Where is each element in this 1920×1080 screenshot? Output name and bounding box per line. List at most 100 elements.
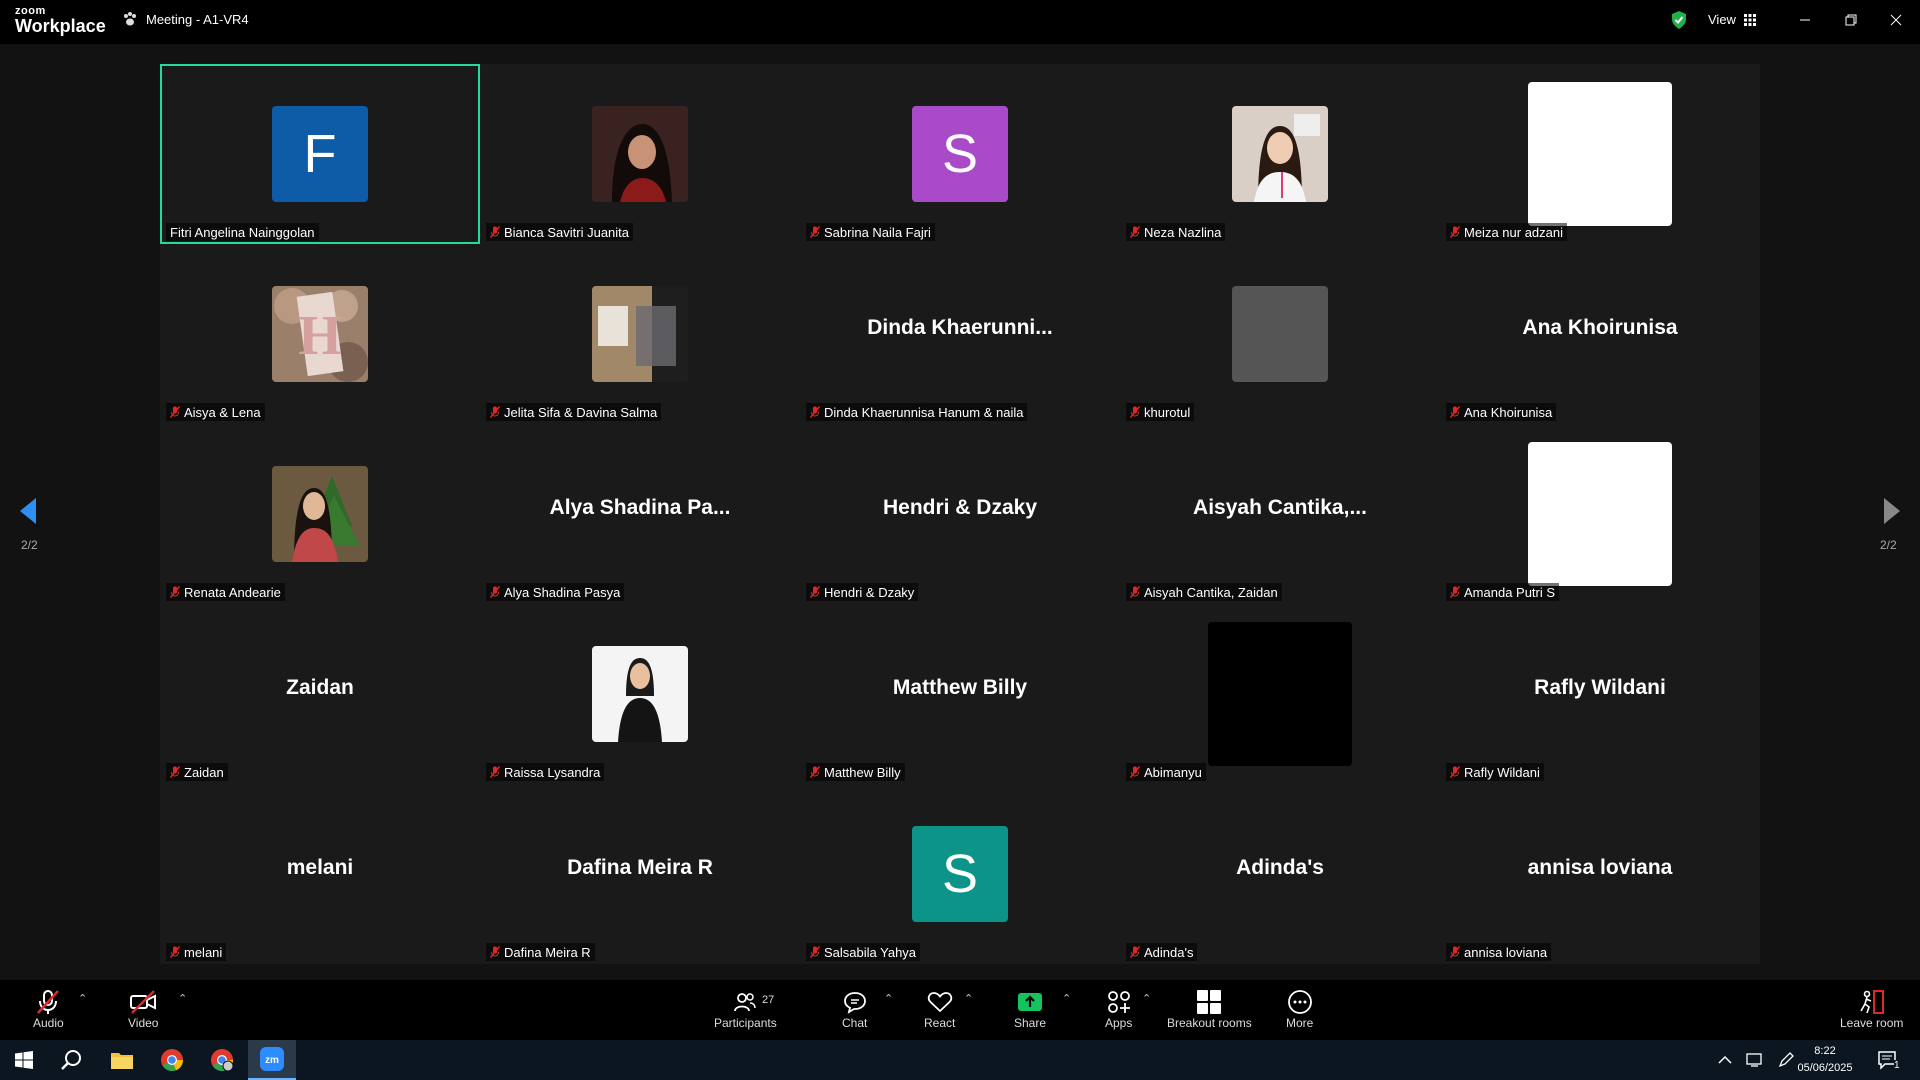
react-label: React bbox=[924, 1016, 956, 1030]
participant-tile[interactable]: Neza Nazlina bbox=[1120, 64, 1440, 244]
chrome-button[interactable] bbox=[148, 1040, 196, 1080]
participant-name: Abimanyu bbox=[1144, 764, 1202, 780]
leave-room-button[interactable]: Leave room bbox=[1840, 988, 1903, 1030]
muted-mic-icon bbox=[1450, 946, 1460, 958]
participant-tile[interactable]: Zaidan Zaidan bbox=[160, 604, 480, 784]
chat-options-caret-icon[interactable]: ⌃ bbox=[884, 992, 893, 1005]
search-button[interactable] bbox=[48, 1040, 96, 1080]
participant-tile[interactable]: Hendri & Dzaky Hendri & Dzaky bbox=[800, 424, 1120, 604]
participant-tile[interactable]: Aisyah Cantika,... Aisyah Cantika, Zaidan bbox=[1120, 424, 1440, 604]
next-page-arrow-icon[interactable] bbox=[1882, 496, 1902, 526]
participant-name: Aisyah Cantika, Zaidan bbox=[1144, 584, 1278, 600]
participant-tile[interactable]: Ana Khoirunisa Ana Khoirunisa bbox=[1440, 244, 1760, 424]
start-button[interactable] bbox=[0, 1040, 48, 1080]
muted-mic-icon bbox=[1130, 406, 1140, 418]
participant-tile[interactable]: H Aisya & Lena bbox=[160, 244, 480, 424]
close-window-button[interactable] bbox=[1882, 8, 1910, 32]
video-off-icon bbox=[130, 990, 157, 1014]
participant-tile[interactable]: Rafly Wildani Rafly Wildani bbox=[1440, 604, 1760, 784]
show-hidden-icons-chevron-icon[interactable] bbox=[1718, 1055, 1732, 1065]
muted-mic-icon bbox=[810, 406, 820, 418]
participant-video bbox=[1232, 106, 1328, 202]
share-options-caret-icon[interactable]: ⌃ bbox=[1062, 992, 1071, 1005]
participant-video bbox=[592, 106, 688, 202]
meeting-info[interactable]: Meeting - A1-VR4 bbox=[122, 11, 249, 27]
participant-name-label: Renata Andearie bbox=[166, 583, 285, 601]
participant-tile[interactable]: Amanda Putri S bbox=[1440, 424, 1760, 604]
participant-name-label: Alya Shadina Pasya bbox=[486, 583, 625, 601]
participant-name-label: Dinda Khaerunnisa Hanum & naila bbox=[806, 403, 1028, 421]
zoom-app-icon: zm bbox=[260, 1047, 284, 1071]
video-options-caret-icon[interactable]: ⌃ bbox=[178, 992, 187, 1005]
video-label: Video bbox=[128, 1016, 159, 1030]
participant-display-name: Alya Shadina Pa... bbox=[549, 496, 731, 519]
video-button[interactable]: Video bbox=[128, 988, 158, 1030]
audio-button[interactable]: Audio bbox=[33, 988, 64, 1030]
meeting-paw-icon bbox=[124, 12, 136, 26]
participant-tile[interactable]: S Salsabila Yahya bbox=[800, 784, 1120, 964]
share-button[interactable]: Share bbox=[1014, 988, 1046, 1030]
apps-button[interactable]: Apps bbox=[1105, 988, 1132, 1030]
participants-label: Participants bbox=[714, 1016, 777, 1030]
participant-name-label: Ana Khoirunisa bbox=[1446, 403, 1557, 421]
minimize-button[interactable] bbox=[1791, 8, 1819, 32]
participant-count: 27 bbox=[762, 994, 775, 1006]
share-screen-icon bbox=[1018, 993, 1043, 1011]
apps-icon bbox=[1107, 991, 1130, 1013]
react-button[interactable]: React bbox=[924, 988, 955, 1030]
previous-page-arrow-icon[interactable] bbox=[18, 496, 38, 526]
chat-button[interactable]: Chat bbox=[842, 988, 867, 1030]
participant-tile[interactable]: melani melani bbox=[160, 784, 480, 964]
more-button[interactable]: More bbox=[1286, 988, 1313, 1030]
participant-display-name: Dafina Meira R bbox=[567, 856, 713, 879]
participant-tile[interactable]: annisa loviana annisa loviana bbox=[1440, 784, 1760, 964]
participant-tile[interactable]: Jelita Sifa & Davina Salma bbox=[480, 244, 800, 424]
participant-tile[interactable]: Alya Shadina Pa... Alya Shadina Pasya bbox=[480, 424, 800, 604]
participant-tile[interactable]: Raissa Lysandra bbox=[480, 604, 800, 784]
notification-center-button[interactable]: 1 bbox=[1864, 1040, 1912, 1080]
restore-icon bbox=[1845, 14, 1857, 26]
title-bar: zoom Workplace Meeting - A1-VR4 View bbox=[0, 0, 1920, 44]
participant-tile[interactable]: Bianca Savitri Juanita bbox=[480, 64, 800, 244]
zoom-taskbar-button[interactable]: zm bbox=[248, 1040, 296, 1080]
apps-options-caret-icon[interactable]: ⌃ bbox=[1142, 992, 1151, 1005]
participant-tile[interactable]: Renata Andearie bbox=[160, 424, 480, 604]
participant-tile[interactable]: S Sabrina Naila Fajri bbox=[800, 64, 1120, 244]
participant-name-label: Hendri & Dzaky bbox=[806, 583, 919, 601]
participant-tile[interactable]: Dafina Meira R Dafina Meira R bbox=[480, 784, 800, 964]
participant-tile[interactable]: Adinda's Adinda's bbox=[1120, 784, 1440, 964]
encryption-shield-icon[interactable] bbox=[1670, 10, 1688, 30]
system-clock[interactable]: 8:22 05/06/2025 bbox=[1785, 1043, 1865, 1077]
network-icon[interactable] bbox=[1746, 1052, 1764, 1068]
participant-name: Rafly Wildani bbox=[1464, 764, 1540, 780]
audio-options-caret-icon[interactable]: ⌃ bbox=[78, 992, 87, 1005]
participant-tile[interactable]: Matthew Billy Matthew Billy bbox=[800, 604, 1120, 784]
participant-display-name: Adinda's bbox=[1236, 856, 1324, 879]
muted-microphone-icon bbox=[37, 990, 60, 1014]
participant-name: annisa loviana bbox=[1464, 944, 1548, 960]
participant-tile[interactable]: Abimanyu bbox=[1120, 604, 1440, 784]
restore-button[interactable] bbox=[1837, 8, 1865, 32]
file-explorer-button[interactable] bbox=[98, 1040, 146, 1080]
participant-tile[interactable]: Meiza nur adzani bbox=[1440, 64, 1760, 244]
search-icon bbox=[61, 1050, 81, 1070]
react-options-caret-icon[interactable]: ⌃ bbox=[964, 992, 973, 1005]
muted-mic-icon bbox=[1450, 586, 1460, 598]
windows-taskbar: zm 8:22 05/06/2025 1 bbox=[0, 1040, 1920, 1080]
participant-tile[interactable]: Dinda Khaerunni... Dinda Khaerunnisa Hanu… bbox=[800, 244, 1120, 424]
breakout-rooms-button[interactable]: Breakout rooms bbox=[1167, 988, 1252, 1030]
participant-tile[interactable]: khurotul bbox=[1120, 244, 1440, 424]
participant-tile[interactable]: F Fitri Angelina Nainggolan bbox=[160, 64, 480, 244]
participant-photo bbox=[592, 286, 688, 382]
participant-name-label: Meiza nur adzani bbox=[1446, 223, 1567, 241]
logo-bottom-text: Workplace bbox=[15, 16, 106, 36]
chrome-profile-button[interactable] bbox=[198, 1040, 246, 1080]
grid-view-icon bbox=[1743, 13, 1756, 26]
view-button[interactable]: View bbox=[1708, 12, 1756, 27]
clock-time: 8:22 bbox=[1814, 1045, 1836, 1057]
muted-mic-icon bbox=[490, 586, 500, 598]
windows-logo-icon bbox=[15, 1051, 33, 1069]
participant-display-name: Aisyah Cantika,... bbox=[1193, 496, 1367, 519]
participant-video bbox=[272, 466, 368, 562]
participant-name-label: Fitri Angelina Nainggolan bbox=[166, 223, 319, 241]
